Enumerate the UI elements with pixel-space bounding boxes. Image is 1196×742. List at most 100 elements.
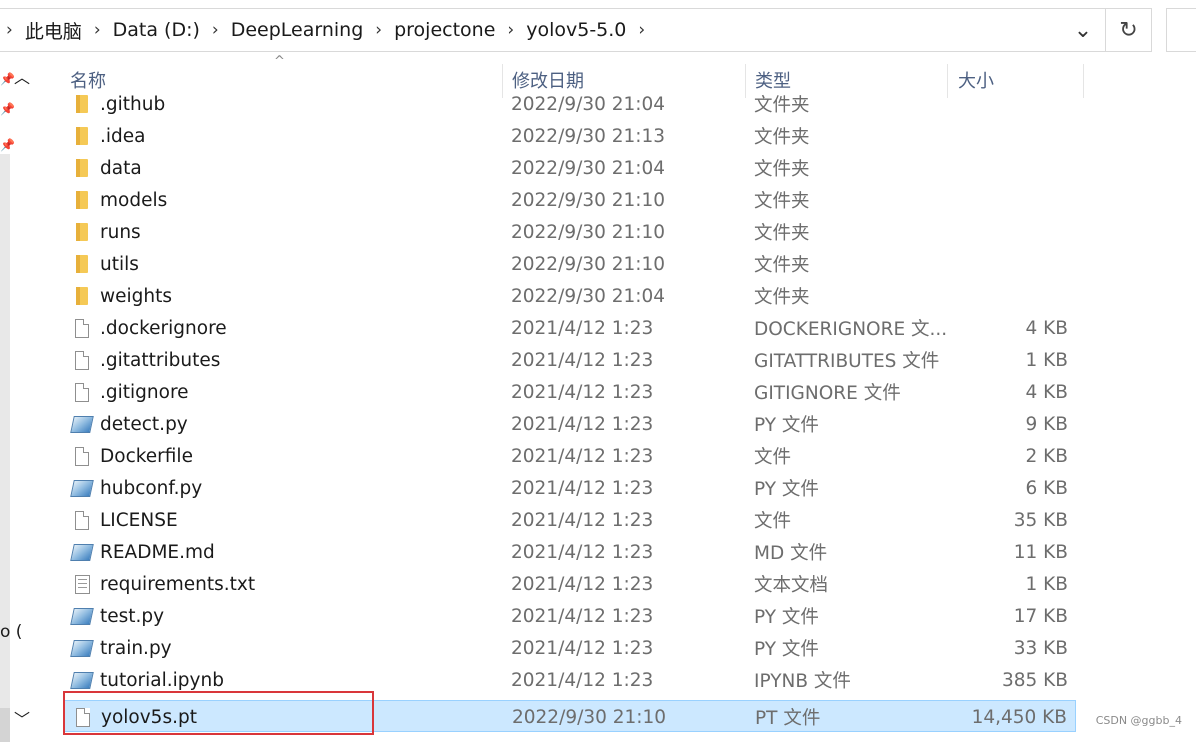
file-type: MD 文件: [754, 543, 828, 564]
file-row[interactable]: requirements.txt 2021/4/12 1:23 文本文档 1 KB: [64, 568, 1076, 600]
file-date: 2021/4/12 1:23: [511, 605, 654, 627]
python-file-icon: [70, 607, 94, 625]
file-size: 9 KB: [1025, 413, 1068, 435]
address-history-dropdown[interactable]: ⌄: [1061, 9, 1105, 51]
breadcrumb-separator-icon[interactable]: ›: [369, 20, 388, 40]
file-type: 文件夹: [754, 287, 810, 308]
file-date: 2022/9/30 21:04: [511, 93, 666, 115]
file-icon-cell: [70, 504, 94, 536]
file-row[interactable]: data 2022/9/30 21:04 文件夹: [64, 152, 1076, 184]
python-file-icon: [70, 639, 94, 657]
breadcrumb-item[interactable]: DeepLearning: [225, 19, 370, 41]
file-row[interactable]: hubconf.py 2021/4/12 1:23 PY 文件 6 KB: [64, 472, 1076, 504]
address-bar[interactable]: › 此电脑 › Data (D:) › DeepLearning › projectone › y…: [0, 8, 1106, 52]
file-row[interactable]: .dockerignore 2021/4/12 1:23 DOCKERIGNORE …: [64, 312, 1076, 344]
file-type: PY 文件: [754, 607, 819, 628]
file-row[interactable]: Dockerfile 2021/4/12 1:23 文件 2 KB: [64, 440, 1076, 472]
file-row[interactable]: utils 2022/9/30 21:10 文件夹: [64, 248, 1076, 280]
annotation-highlight-box: [63, 691, 374, 735]
file-row[interactable]: .idea 2022/9/30 21:13 文件夹: [64, 120, 1076, 152]
file-icon: [75, 446, 89, 466]
file-row[interactable]: detect.py 2021/4/12 1:23 PY 文件 9 KB: [64, 408, 1076, 440]
breadcrumb-separator-icon[interactable]: ›: [501, 20, 520, 40]
file-name: .gitattributes: [100, 349, 221, 371]
file-icon-cell: [70, 632, 94, 664]
file-date: 2021/4/12 1:23: [511, 573, 654, 595]
file-date: 2022/9/30 21:04: [511, 157, 666, 179]
file-size: 11 KB: [1013, 541, 1068, 563]
file-row[interactable]: .gitattributes 2021/4/12 1:23 GITATTRIBUTE…: [64, 344, 1076, 376]
nav-item-label[interactable]: o (: [0, 622, 22, 642]
folder-icon: [76, 95, 88, 113]
file-row[interactable]: test.py 2021/4/12 1:23 PY 文件 17 KB: [64, 600, 1076, 632]
nav-scrollbar-thumb[interactable]: [0, 708, 10, 742]
nav-scrollbar-track[interactable]: [0, 154, 10, 738]
file-name: README.md: [100, 541, 215, 563]
file-name: detect.py: [100, 413, 188, 435]
python-file-icon: [70, 671, 94, 689]
watermark: CSDN @ggbb_4: [1095, 714, 1182, 727]
file-name: runs: [100, 221, 141, 243]
file-size: 385 KB: [1001, 669, 1068, 691]
file-date: 2021/4/12 1:23: [511, 669, 654, 691]
file-row[interactable]: runs 2022/9/30 21:10 文件夹: [64, 216, 1076, 248]
pin-icon: 📌: [0, 102, 15, 116]
breadcrumb-separator-icon[interactable]: ›: [632, 20, 651, 40]
file-type: PY 文件: [754, 639, 819, 660]
breadcrumb-item[interactable]: Data (D:): [107, 19, 206, 41]
file-row[interactable]: README.md 2021/4/12 1:23 MD 文件 11 KB: [64, 536, 1076, 568]
file-icon: [75, 350, 89, 370]
chevron-down-icon: ⌄: [1073, 17, 1093, 43]
file-date: 2022/9/30 21:10: [511, 253, 666, 275]
file-size: 14,450 KB: [971, 706, 1067, 728]
breadcrumb-item[interactable]: 此电脑: [19, 17, 88, 44]
folder-icon: [76, 287, 88, 305]
sort-ascending-icon: ^: [274, 54, 285, 69]
file-list: .github 2022/9/30 21:04 文件夹 .idea 2022/9/30 …: [60, 89, 1080, 739]
refresh-button[interactable]: ↻: [1106, 8, 1152, 52]
file-icon-cell: [70, 472, 94, 504]
file-type: 文件夹: [754, 223, 810, 244]
file-name: .gitignore: [100, 381, 189, 403]
file-icon-cell: [70, 248, 94, 280]
file-size: 17 KB: [1013, 605, 1068, 627]
column-divider[interactable]: [1083, 64, 1084, 98]
file-row[interactable]: models 2022/9/30 21:10 文件夹: [64, 184, 1076, 216]
file-icon-cell: [70, 216, 94, 248]
breadcrumb: › 此电脑 › Data (D:) › DeepLearning › projectone › y…: [0, 9, 651, 51]
file-icon-cell: [70, 184, 94, 216]
file-date: 2021/4/12 1:23: [511, 413, 654, 435]
file-type: IPYNB 文件: [754, 671, 851, 692]
file-name: train.py: [100, 637, 172, 659]
file-type: 文件夹: [754, 255, 810, 276]
file-row[interactable]: train.py 2021/4/12 1:23 PY 文件 33 KB: [64, 632, 1076, 664]
file-date: 2021/4/12 1:23: [511, 541, 654, 563]
file-size: 1 KB: [1025, 349, 1068, 371]
folder-icon: [76, 223, 88, 241]
file-type: GITIGNORE 文件: [754, 383, 901, 404]
file-icon-cell: [70, 89, 94, 120]
file-type: 文件: [754, 511, 792, 532]
text-file-icon: [74, 574, 90, 594]
file-row[interactable]: .gitignore 2021/4/12 1:23 GITIGNORE 文件 4 KB: [64, 376, 1076, 408]
file-date: 2022/9/30 21:13: [511, 125, 666, 147]
file-date: 2022/9/30 21:10: [511, 189, 666, 211]
file-size: 35 KB: [1013, 509, 1068, 531]
file-icon-cell: [70, 568, 94, 600]
file-name: models: [100, 189, 168, 211]
scroll-down-arrow-icon[interactable]: ﹀: [14, 706, 30, 730]
breadcrumb-item[interactable]: projectone: [388, 19, 501, 41]
python-file-icon: [70, 415, 94, 433]
file-size: 4 KB: [1025, 381, 1068, 403]
breadcrumb-separator-icon[interactable]: ›: [206, 20, 225, 40]
file-row[interactable]: LICENSE 2021/4/12 1:23 文件 35 KB: [64, 504, 1076, 536]
breadcrumb-separator-icon[interactable]: ›: [88, 20, 107, 40]
search-box[interactable]: [1166, 8, 1196, 52]
file-row[interactable]: weights 2022/9/30 21:04 文件夹: [64, 280, 1076, 312]
file-row[interactable]: .github 2022/9/30 21:04 文件夹: [64, 89, 1076, 120]
file-type: GITATTRIBUTES 文件: [754, 351, 940, 372]
breadcrumb-item[interactable]: yolov5-5.0: [520, 19, 632, 41]
file-icon-cell: [70, 280, 94, 312]
scroll-up-arrow-icon[interactable]: ︿: [14, 64, 30, 88]
breadcrumb-separator-icon[interactable]: ›: [0, 20, 19, 40]
